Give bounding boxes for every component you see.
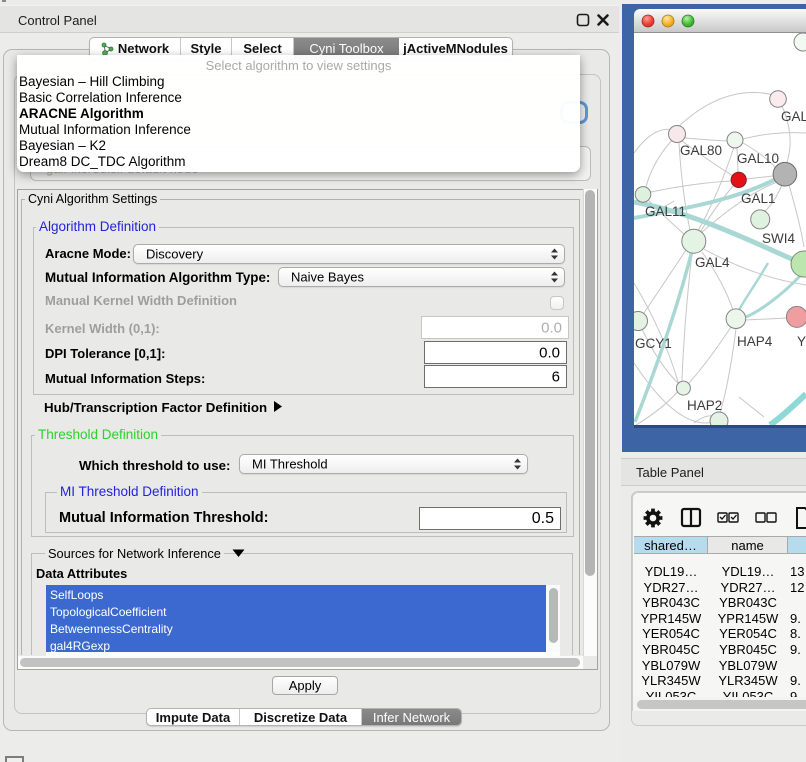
svg-text:Y: Y (797, 334, 806, 349)
svg-text:GAL10: GAL10 (737, 151, 779, 166)
svg-text:GAL: GAL (781, 109, 806, 124)
svg-text:SWI4: SWI4 (762, 231, 795, 246)
svg-text:GAL80: GAL80 (680, 143, 722, 158)
svg-text:GCY1: GCY1 (635, 336, 672, 351)
svg-text:HAP4: HAP4 (737, 334, 773, 349)
svg-text:GAL4: GAL4 (695, 255, 730, 270)
svg-text:GAL1: GAL1 (741, 191, 776, 206)
svg-text:HAP2: HAP2 (687, 398, 722, 413)
svg-text:GAL11: GAL11 (645, 204, 686, 219)
